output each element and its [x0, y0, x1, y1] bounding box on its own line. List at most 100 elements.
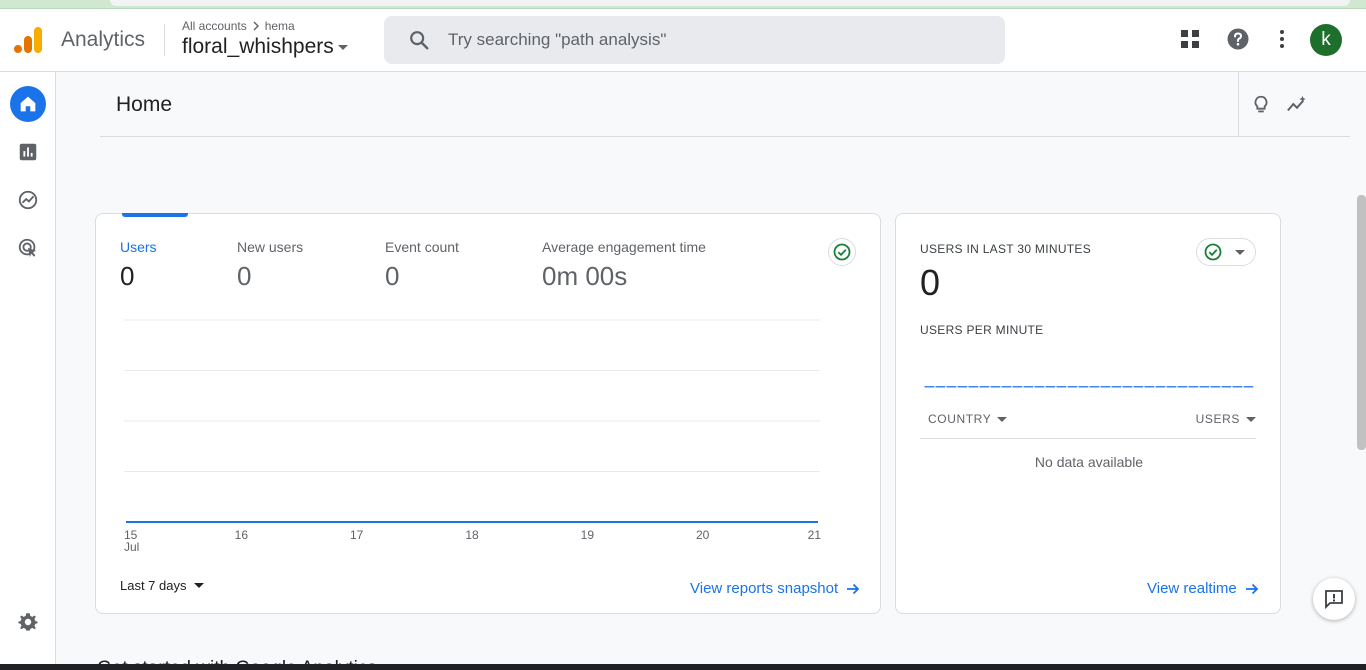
check-circle-icon: [1204, 243, 1222, 261]
minute-bar: [1001, 386, 1012, 388]
search-input[interactable]: [448, 26, 988, 54]
realtime-card: USERS IN LAST 30 MINUTES 0 USERS PER MIN…: [895, 213, 1281, 614]
x-tick-label: 16: [235, 528, 249, 542]
minute-bar: [1111, 386, 1122, 388]
breadcrumb[interactable]: All accounts hema: [182, 19, 295, 33]
x-tick-label: 19: [581, 528, 595, 542]
view-reports-snapshot-link[interactable]: View reports snapshot: [690, 580, 860, 597]
property-selector[interactable]: floral_whishpers: [182, 35, 348, 59]
minute-bar: [1144, 386, 1155, 388]
reports-icon: [19, 143, 37, 161]
minute-bar: [979, 386, 990, 388]
minute-bar: [1243, 386, 1254, 388]
caret-down-icon: [337, 44, 348, 50]
metric-users[interactable]: Users 0: [120, 239, 157, 292]
metric-value: 0m 00s: [542, 261, 628, 291]
chevron-right-icon: [253, 21, 259, 31]
caret-down-icon: [997, 416, 1008, 422]
data-quality-badge[interactable]: [828, 238, 856, 266]
users-per-minute-bars: [924, 386, 1254, 388]
minute-bar: [1089, 386, 1100, 388]
x-tick-label: 20: [696, 528, 710, 542]
avatar[interactable]: k: [1310, 24, 1342, 56]
metric-engagement-time[interactable]: Average engagement time 0m 00s: [542, 239, 706, 292]
realtime-quality-selector[interactable]: [1196, 238, 1256, 266]
insights-icon[interactable]: [1286, 94, 1308, 116]
arrow-right-icon: [1245, 583, 1259, 594]
page-title: Home: [116, 93, 173, 116]
x-tick-label: 18: [465, 528, 479, 542]
metric-value: 0: [385, 261, 400, 291]
feedback-button[interactable]: [1313, 578, 1355, 620]
minute-bar: [1056, 386, 1067, 388]
search-bar[interactable]: [384, 16, 1005, 64]
metric-label: Average engagement time: [542, 239, 706, 255]
realtime-table-header: COUNTRY USERS: [920, 406, 1256, 439]
view-realtime-link[interactable]: View realtime: [1147, 580, 1259, 597]
x-tick-label: 17: [350, 528, 364, 542]
check-circle-icon: [833, 243, 851, 261]
apps-grid-icon[interactable]: [1178, 27, 1202, 51]
more-vert-icon[interactable]: [1270, 27, 1294, 51]
minute-bar: [957, 386, 968, 388]
minute-bar: [946, 386, 957, 388]
page-header-rule: [100, 136, 1350, 137]
minute-bar: [1210, 386, 1221, 388]
link-label: View reports snapshot: [690, 580, 839, 597]
toolbar-divider: [1238, 72, 1239, 136]
date-range-selector[interactable]: Last 7 days: [120, 578, 204, 593]
help-icon[interactable]: [1226, 27, 1250, 51]
minute-bar: [1067, 386, 1078, 388]
x-tick-label: 21: [808, 528, 822, 542]
x-month-label: Jul: [124, 540, 139, 554]
search-icon: [410, 31, 429, 50]
users-line-chart: 15 16 17 18 19 20 21Jul: [124, 319, 822, 554]
metric-label: Event count: [385, 239, 459, 255]
app-title: Analytics: [61, 28, 146, 51]
no-data-message: No data available: [1034, 454, 1144, 470]
analytics-logo-icon[interactable]: [14, 25, 44, 55]
column-label: USERS: [1195, 412, 1240, 426]
metric-value: 0: [120, 261, 135, 291]
active-tab-indicator: [122, 213, 188, 217]
header-divider: [164, 24, 165, 56]
column-users[interactable]: USERS: [1196, 412, 1256, 426]
minute-bar: [1166, 386, 1177, 388]
nav-advertising[interactable]: [10, 230, 46, 266]
nav-explore[interactable]: [10, 182, 46, 218]
top-header: Analytics All accounts hema floral_whish…: [0, 9, 1366, 72]
caret-down-icon: [1246, 416, 1256, 422]
minute-bar: [1045, 386, 1056, 388]
advertising-icon: [18, 238, 37, 258]
minute-bar: [1232, 386, 1243, 388]
breadcrumb-sub[interactable]: hema: [265, 19, 295, 33]
realtime-subtitle: USERS PER MINUTE: [920, 323, 1044, 337]
browser-address-bar: [110, 0, 1350, 6]
column-country[interactable]: COUNTRY: [928, 412, 1008, 426]
metric-value: 0: [237, 261, 252, 291]
minute-bar: [1078, 386, 1089, 388]
metric-event-count[interactable]: Event count 0: [385, 239, 459, 292]
minute-bar: [1188, 386, 1199, 388]
caret-down-icon: [1235, 249, 1245, 255]
property-name: floral_whishpers: [182, 35, 334, 58]
minute-bar: [1100, 386, 1111, 388]
minute-bar: [1012, 386, 1023, 388]
nav-reports[interactable]: [10, 134, 46, 170]
page-scrollbar[interactable]: [1357, 195, 1366, 450]
metric-new-users[interactable]: New users 0: [237, 239, 303, 292]
metric-label: Users: [120, 239, 157, 255]
link-label: View realtime: [1147, 580, 1237, 597]
lightbulb-icon[interactable]: [1250, 94, 1272, 116]
minute-bar: [1221, 386, 1232, 388]
overview-card: Users 0 New users 0 Event count 0 Averag…: [95, 213, 881, 614]
minute-bar: [990, 386, 1001, 388]
nav-home[interactable]: [10, 86, 46, 122]
nav-admin[interactable]: [10, 604, 46, 640]
arrow-right-icon: [847, 583, 860, 594]
gear-icon: [18, 613, 38, 631]
home-icon: [20, 96, 36, 112]
os-taskbar: [0, 664, 1366, 670]
breadcrumb-account[interactable]: All accounts: [182, 19, 247, 33]
minute-bar: [1199, 386, 1210, 388]
